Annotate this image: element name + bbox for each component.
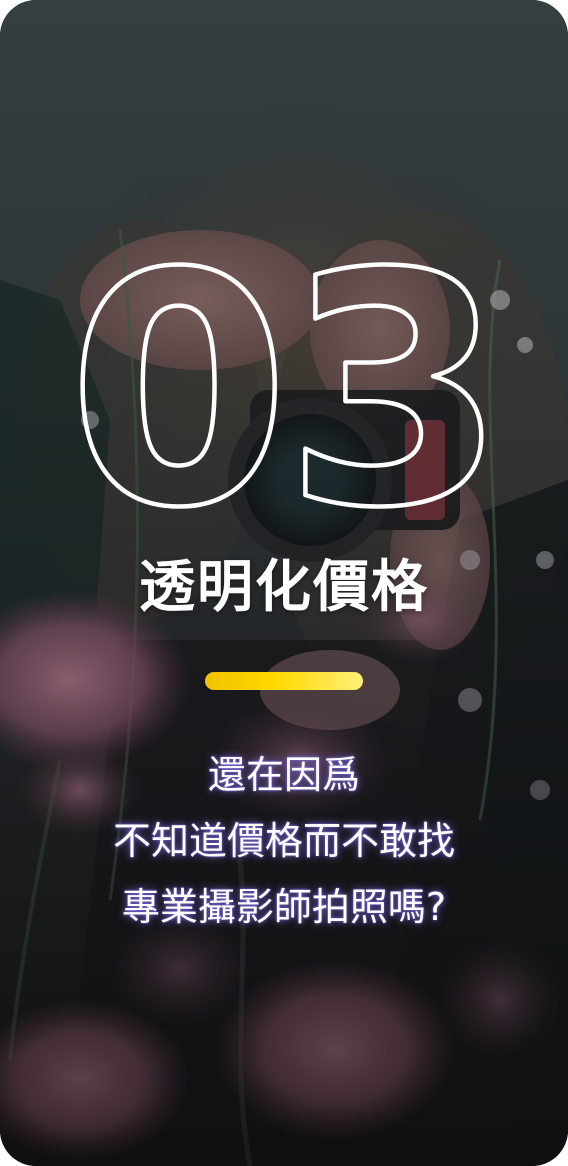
feature-number-text: 03 — [67, 230, 500, 540]
feature-card: 03 透明化價格 還在因爲 不知道價格而不敢找 專業攝影師拍照嗎? — [0, 0, 568, 1166]
feature-number: 03 — [65, 230, 508, 540]
feature-description: 還在因爲 不知道價格而不敢找 專業攝影師拍照嗎? — [0, 742, 568, 940]
description-line-3: 專業攝影師拍照嗎? — [121, 885, 447, 929]
description-line-2: 不知道價格而不敢找 — [112, 819, 455, 863]
accent-divider — [205, 672, 363, 690]
description-line-1: 還在因爲 — [207, 753, 360, 797]
feature-title: 透明化價格 — [139, 555, 429, 620]
